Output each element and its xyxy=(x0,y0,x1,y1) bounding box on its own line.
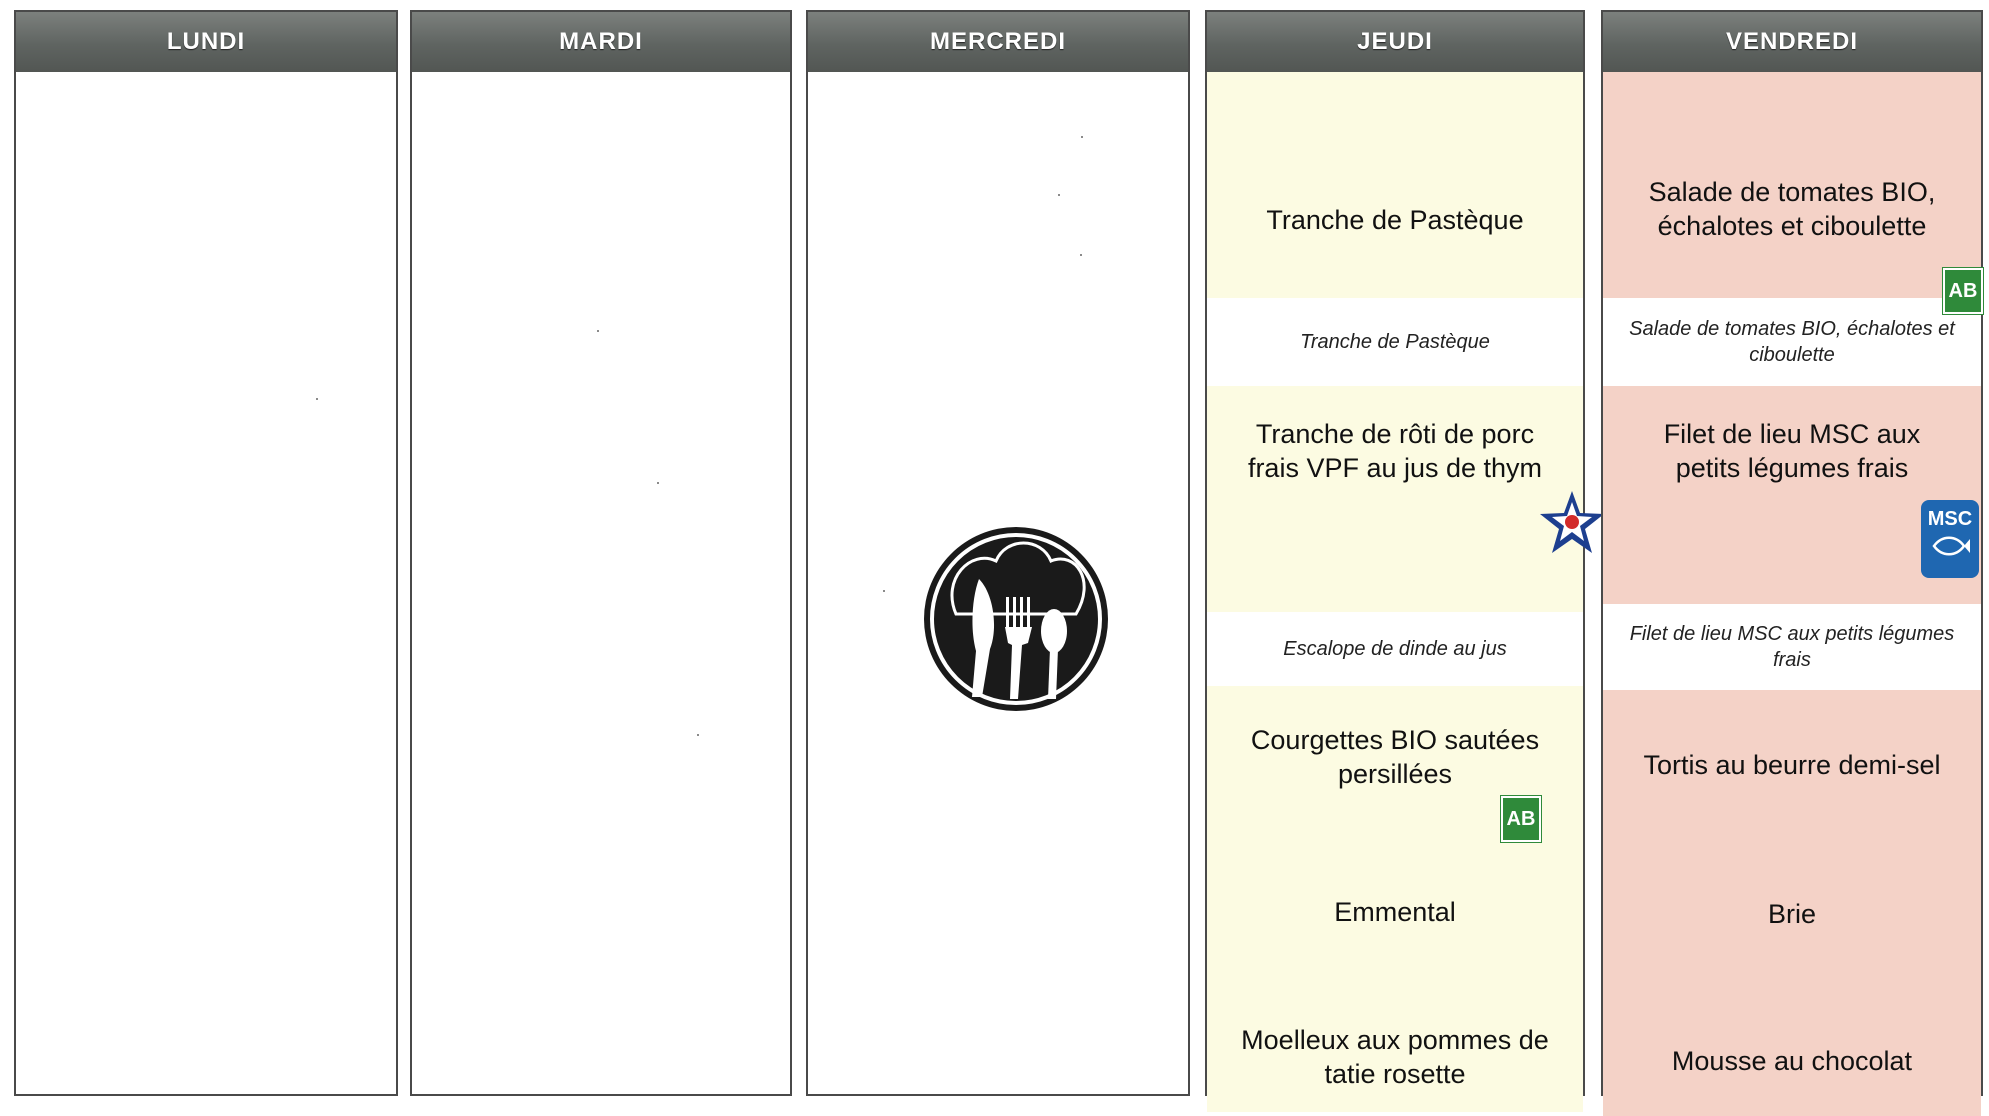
menu-plat-alternative: Escalope de dinde au jus xyxy=(1207,612,1583,686)
ab-organic-icon: AB xyxy=(1943,268,1983,314)
speck xyxy=(1080,254,1082,256)
column-vendredi: VENDREDI Salade de tomates BIO, échalote… xyxy=(1601,10,1983,1116)
day-body-lundi xyxy=(16,72,396,1094)
column-mardi: MARDI xyxy=(410,10,792,1096)
day-body-mercredi xyxy=(808,72,1188,1094)
ab-label: AB xyxy=(1506,807,1536,830)
speck xyxy=(883,590,885,592)
day-header-jeudi: JEUDI xyxy=(1207,12,1583,72)
day-body-mardi xyxy=(412,72,790,1094)
menu-accompagnement: Tortis au beurre demi-sel xyxy=(1603,720,1981,810)
msc-label: MSC xyxy=(1927,508,1973,530)
speck xyxy=(316,398,318,400)
msc-sustainable-fishing-icon: MSC xyxy=(1921,500,1979,578)
speck xyxy=(697,734,699,736)
day-header-lundi: LUNDI xyxy=(16,12,396,72)
day-body-vendredi: Salade de tomates BIO, échalotes et cibo… xyxy=(1603,72,1983,1116)
menu-plat-alternative: Filet de lieu MSC aux petits légumes fra… xyxy=(1603,604,1981,690)
day-body-jeudi: Tranche de Pastèque Tranche de Pastèque … xyxy=(1207,72,1604,1112)
menu-entree: Tranche de Pastèque xyxy=(1207,72,1583,296)
ab-organic-icon: AB xyxy=(1501,796,1541,842)
day-header-mardi: MARDI xyxy=(412,12,790,72)
cutlery-closed-icon xyxy=(924,527,1108,711)
menu-fromage: Emmental xyxy=(1207,872,1583,952)
menu-dessert: Mousse au chocolat xyxy=(1603,1006,1981,1116)
speck xyxy=(1058,194,1060,196)
column-lundi: LUNDI xyxy=(14,10,398,1096)
speck xyxy=(657,482,659,484)
ab-label: AB xyxy=(1948,279,1978,302)
day-header-vendredi: VENDREDI xyxy=(1603,12,1981,72)
menu-entree-alternative: Salade de tomates BIO, échalotes et cibo… xyxy=(1603,298,1981,386)
menu-fromage: Brie xyxy=(1603,872,1981,956)
column-mercredi: MERCREDI xyxy=(806,10,1190,1096)
fish-icon xyxy=(1932,536,1970,556)
menu-plat: Tranche de rôti de porc frais VPF au jus… xyxy=(1207,398,1583,504)
speck xyxy=(1081,136,1083,138)
speck xyxy=(597,330,599,332)
menu-plat: Filet de lieu MSC aux petits légumes fra… xyxy=(1603,398,1981,504)
menu-entree: Salade de tomates BIO, échalotes et cibo… xyxy=(1603,72,1981,296)
day-header-mercredi: MERCREDI xyxy=(808,12,1188,72)
column-jeudi: JEUDI Tranche de Pastèque Tranche de Pas… xyxy=(1205,10,1604,1112)
porc-francais-label-icon xyxy=(1540,491,1604,553)
menu-entree-alternative: Tranche de Pastèque xyxy=(1207,298,1583,386)
